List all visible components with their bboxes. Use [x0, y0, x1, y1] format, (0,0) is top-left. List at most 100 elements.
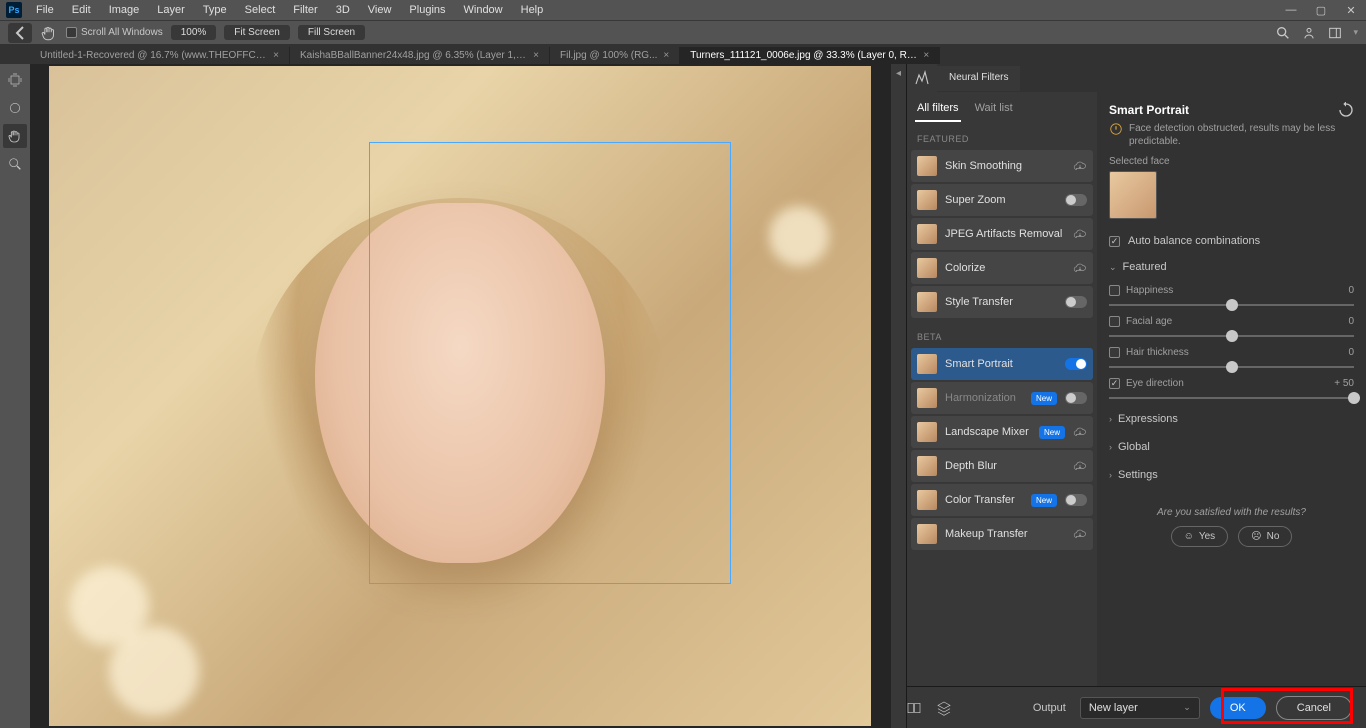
document-tab[interactable]: Fil.jpg @ 100% (RG...×	[550, 47, 680, 64]
featured-section-toggle[interactable]: ⌄Featured	[1097, 253, 1366, 281]
wait-list-tab[interactable]: Wait list	[973, 96, 1015, 122]
filter-thumb-icon	[917, 456, 937, 476]
slider-eye-direction[interactable]: Eye direction+ 50	[1097, 374, 1366, 405]
fill-screen-button[interactable]: Fill Screen	[298, 25, 365, 40]
back-button[interactable]	[8, 23, 32, 43]
workspace-icon[interactable]	[1327, 25, 1343, 41]
filter-smart-portrait[interactable]: Smart Portrait	[911, 348, 1093, 380]
close-tab-icon[interactable]: ×	[533, 50, 539, 61]
global-section-toggle[interactable]: ›Global	[1097, 433, 1366, 461]
filter-super-zoom[interactable]: Super Zoom	[911, 184, 1093, 216]
slider-thumb[interactable]	[1226, 299, 1238, 311]
expressions-section-toggle[interactable]: ›Expressions	[1097, 405, 1366, 433]
slider-checkbox[interactable]	[1109, 378, 1120, 389]
slider-happiness[interactable]: Happiness0	[1097, 281, 1366, 312]
scroll-all-windows-checkbox[interactable]: Scroll All Windows	[66, 27, 163, 38]
filter-makeup-transfer[interactable]: Makeup Transfer	[911, 518, 1093, 550]
filter-landscape-mixer[interactable]: Landscape MixerNew	[911, 416, 1093, 448]
ok-button[interactable]: OK	[1210, 697, 1266, 719]
share-icon[interactable]	[1301, 25, 1317, 41]
fit-screen-button[interactable]: Fit Screen	[224, 25, 290, 40]
menu-window[interactable]: Window	[456, 2, 511, 18]
menu-help[interactable]: Help	[513, 2, 552, 18]
slider-track[interactable]	[1109, 366, 1354, 368]
beta-label: BETA	[907, 320, 1097, 348]
filter-style-transfer[interactable]: Style Transfer	[911, 286, 1093, 318]
all-filters-tab[interactable]: All filters	[915, 96, 961, 122]
filter-name: Smart Portrait	[945, 358, 1057, 370]
menu-file[interactable]: File	[28, 2, 62, 18]
filter-thumb-icon	[917, 524, 937, 544]
ellipse-tool[interactable]	[3, 96, 27, 120]
maximize-button[interactable]: ▢	[1306, 0, 1336, 20]
filter-toggle[interactable]	[1065, 494, 1087, 506]
menu-view[interactable]: View	[360, 2, 400, 18]
hand-tool[interactable]	[3, 124, 27, 148]
layers-icon[interactable]	[936, 700, 952, 716]
slider-checkbox[interactable]	[1109, 316, 1120, 327]
menu-layer[interactable]: Layer	[149, 2, 193, 18]
output-label: Output	[1033, 702, 1066, 714]
slider-hair-thickness[interactable]: Hair thickness0	[1097, 343, 1366, 374]
cancel-button[interactable]: Cancel	[1276, 696, 1352, 720]
neural-filters-tab[interactable]: Neural Filters	[937, 66, 1020, 91]
slider-thumb[interactable]	[1226, 361, 1238, 373]
menu-filter[interactable]: Filter	[285, 2, 325, 18]
canvas-area[interactable]	[30, 64, 890, 728]
menu-image[interactable]: Image	[101, 2, 148, 18]
settings-section-toggle[interactable]: ›Settings	[1097, 461, 1366, 489]
close-tab-icon[interactable]: ×	[663, 50, 669, 61]
close-tab-icon[interactable]: ×	[273, 50, 279, 61]
filter-name: Harmonization	[945, 392, 1023, 404]
search-icon[interactable]	[1275, 25, 1291, 41]
filter-color-transfer[interactable]: Color TransferNew	[911, 484, 1093, 516]
neural-filters-icon	[907, 64, 937, 92]
filter-colorize[interactable]: Colorize	[911, 252, 1093, 284]
zoom-tool[interactable]	[3, 152, 27, 176]
slider-value: + 50	[1334, 378, 1354, 389]
document-tab[interactable]: Untitled-1-Recovered @ 16.7% (www.THEOFF…	[30, 47, 290, 64]
menu-3d[interactable]: 3D	[328, 2, 358, 18]
close-tab-icon[interactable]: ×	[923, 50, 929, 61]
menu-edit[interactable]: Edit	[64, 2, 99, 18]
filter-toggle[interactable]	[1065, 358, 1087, 370]
artboard-tool[interactable]	[3, 68, 27, 92]
document-tab-active[interactable]: Turners_111121_0006e.jpg @ 33.3% (Layer …	[680, 47, 940, 64]
slider-value: 0	[1348, 285, 1354, 296]
selected-face-thumbnail[interactable]	[1109, 171, 1157, 219]
filter-harmonization[interactable]: HarmonizationNew	[911, 382, 1093, 414]
reset-icon[interactable]	[1338, 102, 1354, 118]
collapsed-panels[interactable]: ◂	[890, 64, 906, 728]
output-select[interactable]: New layer ⌄	[1080, 697, 1200, 719]
filter-toggle[interactable]	[1065, 194, 1087, 206]
slider-value: 0	[1348, 347, 1354, 358]
filter-skin-smoothing[interactable]: Skin Smoothing	[911, 150, 1093, 182]
filter-jpeg-artifacts-removal[interactable]: JPEG Artifacts Removal	[911, 218, 1093, 250]
filter-name: Colorize	[945, 262, 1065, 274]
close-button[interactable]: ✕	[1336, 0, 1366, 20]
slider-facial-age[interactable]: Facial age0	[1097, 312, 1366, 343]
auto-balance-checkbox[interactable]: Auto balance combinations	[1097, 229, 1366, 253]
menu-select[interactable]: Select	[237, 2, 284, 18]
slider-track[interactable]	[1109, 335, 1354, 337]
filter-thumb-icon	[917, 422, 937, 442]
slider-thumb[interactable]	[1348, 392, 1360, 404]
no-button[interactable]: ☹No	[1238, 526, 1292, 547]
yes-button[interactable]: ☺Yes	[1171, 526, 1229, 547]
slider-thumb[interactable]	[1226, 330, 1238, 342]
filter-depth-blur[interactable]: Depth Blur	[911, 450, 1093, 482]
preview-toggle-icon[interactable]	[906, 700, 922, 716]
menu-plugins[interactable]: Plugins	[401, 2, 453, 18]
filter-toggle[interactable]	[1065, 296, 1087, 308]
filter-toggle[interactable]	[1065, 392, 1087, 404]
filter-name: Super Zoom	[945, 194, 1057, 206]
slider-track[interactable]	[1109, 397, 1354, 399]
slider-checkbox[interactable]	[1109, 347, 1120, 358]
slider-track[interactable]	[1109, 304, 1354, 306]
slider-checkbox[interactable]	[1109, 285, 1120, 296]
zoom-level[interactable]: 100%	[171, 25, 217, 40]
menu-type[interactable]: Type	[195, 2, 235, 18]
document-tab[interactable]: KaishaBBallBanner24x48.jpg @ 6.35% (Laye…	[290, 47, 550, 64]
settings-title: Smart Portrait	[1109, 103, 1189, 117]
minimize-button[interactable]: —	[1276, 0, 1306, 20]
